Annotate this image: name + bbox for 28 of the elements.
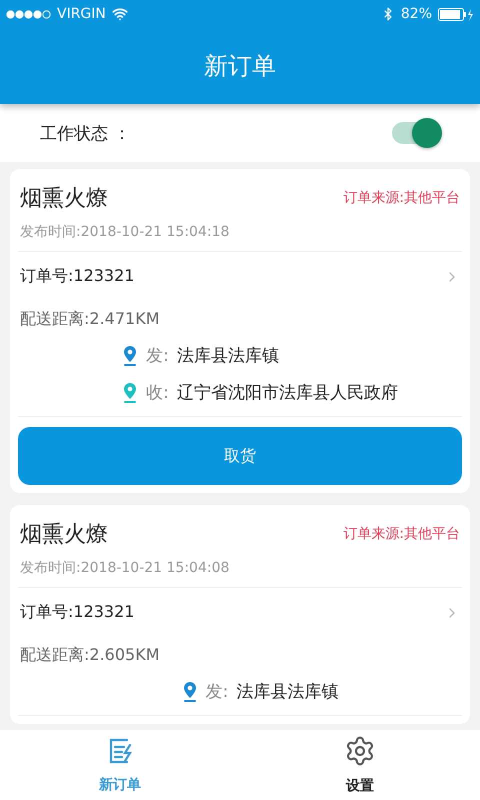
shop-name: 烟熏火燎	[20, 185, 108, 213]
carrier-name: VIRGIN	[57, 6, 106, 22]
pickup-button[interactable]: 取货	[18, 427, 462, 485]
signal-strength-icon	[6, 10, 51, 18]
delivery-distance: 配送距离:2.471KM	[20, 309, 160, 328]
wifi-icon	[112, 6, 128, 22]
sender-label: 发:	[146, 345, 169, 367]
settings-icon	[344, 735, 376, 767]
location-pin-icon	[122, 382, 138, 404]
location-pin-icon	[182, 680, 198, 702]
publish-time: 发布时间:2018-10-21 15:04:08	[20, 560, 230, 576]
battery-charging-icon	[438, 8, 474, 20]
sender-address: 法库县法库镇	[236, 681, 338, 703]
location-pin-icon	[122, 344, 138, 366]
sender-label: 发:	[206, 681, 228, 703]
receiver-label: 收:	[146, 382, 169, 404]
publish-time: 发布时间:2018-10-21 15:04:18	[20, 224, 230, 240]
receiver-address: 辽宁省沈阳市法库县人民政府	[176, 382, 398, 404]
order-number: 订单号:123321	[20, 266, 134, 287]
order-source: 订单来源:其他平台	[343, 189, 460, 207]
sender-address: 法库县法库镇	[176, 345, 279, 367]
order-number: 订单号:123321	[20, 602, 134, 623]
work-status-label: 工作状态 ：	[40, 122, 130, 144]
order-source: 订单来源:其他平台	[343, 525, 460, 543]
delivery-distance: 配送距离:2.605KM	[20, 645, 160, 664]
page-title: 新订单	[204, 51, 276, 82]
battery-percentage: 82%	[400, 6, 432, 22]
shop-name: 烟熏火燎	[20, 521, 108, 549]
